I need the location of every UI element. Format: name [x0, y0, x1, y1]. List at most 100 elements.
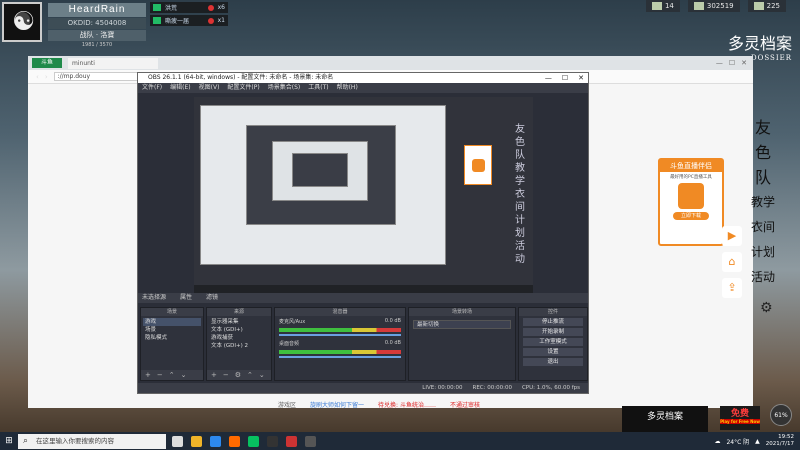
add-icon[interactable]: +: [145, 370, 151, 380]
obs-window-controls: — ☐ ✕: [545, 73, 584, 83]
source-item[interactable]: 文本 (GDI+): [209, 326, 269, 334]
gear-icon[interactable]: ⚙: [235, 370, 241, 380]
download-button[interactable]: 立即下载: [673, 212, 709, 220]
side-menu-item[interactable]: 友: [748, 115, 778, 140]
menu-file[interactable]: 文件(F): [142, 83, 162, 93]
share-icon[interactable]: ⇪: [722, 278, 742, 298]
exit-button[interactable]: 退出: [523, 358, 583, 366]
scene-item[interactable]: 游戏: [143, 318, 201, 326]
browser-logo[interactable]: 斗鱼: [32, 58, 62, 68]
obs-preview[interactable]: 友 色 队 教 学 衣 间 计 划 活 动: [194, 97, 533, 293]
file-explorer-icon[interactable]: [191, 435, 202, 447]
stop-streaming-button[interactable]: 停止推流: [523, 318, 583, 326]
move-up-icon[interactable]: ⌃: [247, 370, 253, 380]
browser-window-controls: — ☐ ✕: [716, 59, 753, 67]
douyu-ad-card[interactable]: 斗鱼直播伴侣 最好用的PC直播工具 立即下载: [658, 158, 724, 246]
task-view-icon[interactable]: [172, 435, 183, 447]
maximize-icon[interactable]: ☐: [729, 59, 735, 67]
minimize-icon[interactable]: —: [716, 59, 723, 67]
transitions-dock: 场景转场 最新切换: [408, 307, 516, 381]
source-item[interactable]: 显示器采集: [209, 318, 269, 326]
menu-view[interactable]: 视图(V): [199, 83, 220, 93]
resource-icon: [753, 2, 764, 10]
caption-label: 游戏区: [278, 402, 297, 409]
side-menu-item[interactable]: 队: [748, 165, 778, 190]
close-icon[interactable]: ✕: [578, 73, 584, 83]
gift-row: 嘶疲一届 x1: [150, 15, 228, 26]
side-menu-item[interactable]: 衣间: [748, 215, 778, 240]
source-item[interactable]: 文本 (GDI+) 2: [209, 342, 269, 350]
studio-mode-button[interactable]: 工作室模式: [523, 338, 583, 346]
filters-button[interactable]: 滤镜: [206, 293, 218, 303]
side-menu-item[interactable]: 教学: [748, 190, 778, 215]
resource-icon: [693, 2, 704, 10]
player-avatar: [2, 2, 42, 42]
network-icon[interactable]: ▲: [755, 438, 760, 445]
menu-edit[interactable]: 编辑(E): [170, 83, 190, 93]
caption-warning: 不通过审核: [449, 402, 480, 409]
preview-char: 衣: [515, 189, 525, 200]
preview-char: 学: [515, 176, 525, 187]
browser-tab[interactable]: minunti: [68, 57, 158, 69]
audio-meter: [279, 328, 401, 332]
resource-item: 14: [645, 0, 680, 12]
remove-icon[interactable]: −: [223, 370, 229, 380]
close-icon[interactable]: ✕: [741, 59, 747, 67]
player-name: HeardRain: [48, 3, 146, 17]
play-icon[interactable]: ▶: [722, 226, 742, 246]
move-down-icon[interactable]: ⌄: [181, 370, 187, 380]
caption-link[interactable]: 旋刷大师如何下留一: [310, 400, 364, 409]
menu-help[interactable]: 帮助(H): [337, 83, 358, 93]
weather-icon[interactable]: ☁: [714, 438, 720, 445]
flag-icon: [153, 17, 161, 24]
side-menu-item[interactable]: 计划: [748, 240, 778, 265]
move-down-icon[interactable]: ⌄: [259, 370, 265, 380]
minimize-icon[interactable]: —: [545, 73, 552, 83]
scene-item[interactable]: 场景: [143, 326, 201, 334]
preview-char: 计: [515, 215, 525, 226]
preview-char: 活: [515, 241, 525, 252]
move-up-icon[interactable]: ⌃: [169, 370, 175, 380]
obs-icon[interactable]: [267, 435, 278, 447]
preview-ad: [464, 145, 492, 185]
taskbar-search-input[interactable]: 在这里输入你要搜索的内容: [18, 433, 166, 449]
source-item[interactable]: 游戏捕获: [209, 334, 269, 342]
add-icon[interactable]: +: [211, 370, 217, 380]
gift-sender: 嘶疲一届: [165, 18, 190, 25]
wechat-icon[interactable]: [248, 435, 259, 447]
app-icon: [678, 183, 704, 209]
windows-start-icon[interactable]: ⊞: [0, 436, 18, 446]
clock[interactable]: 19:52 2021/7/17: [766, 434, 794, 448]
brand-name: 多灵档案: [727, 34, 792, 53]
steam-icon[interactable]: [305, 435, 316, 447]
side-menu-item[interactable]: 色: [748, 140, 778, 165]
remove-icon[interactable]: −: [157, 370, 163, 380]
channel-name: 麦克风/Aux: [279, 319, 306, 325]
back-icon[interactable]: ‹: [36, 73, 39, 81]
settings-button[interactable]: 设置: [523, 348, 583, 356]
menu-scene-collection[interactable]: 场景集合(S): [268, 83, 301, 93]
scene-item[interactable]: 隐私模式: [143, 334, 201, 342]
mixer-dock: 混音器 麦克风/Aux 0.0 dB 桌面音频 0.0 dB: [274, 307, 406, 381]
controls-title: 控件: [519, 308, 587, 316]
start-recording-button[interactable]: 开始录制: [523, 328, 583, 336]
properties-button[interactable]: 属性: [180, 293, 192, 303]
maximize-icon[interactable]: ☐: [562, 73, 568, 83]
menu-profile[interactable]: 配置文件(P): [227, 83, 259, 93]
volume-slider[interactable]: [279, 334, 401, 336]
volume-slider[interactable]: [279, 356, 401, 358]
menu-tools[interactable]: 工具(T): [308, 83, 328, 93]
douyu-icon[interactable]: [229, 435, 240, 447]
home-icon[interactable]: ⌂: [722, 252, 742, 272]
resource-value: 302519: [706, 2, 734, 10]
browser-icon[interactable]: [210, 435, 221, 447]
promo-badge[interactable]: 免费 Play for Free Now: [720, 406, 760, 430]
sources-list: 显示器采集 文本 (GDI+) 游戏捕获 文本 (GDI+) 2: [207, 316, 271, 352]
forward-icon[interactable]: ›: [45, 73, 48, 81]
transition-select[interactable]: 最新切换: [413, 320, 511, 329]
app-icon[interactable]: [286, 435, 297, 447]
gear-icon[interactable]: ⚙: [760, 300, 773, 316]
channel-db: 0.0 dB: [384, 340, 401, 346]
side-menu-item[interactable]: 活动: [748, 265, 778, 290]
browser-tab-strip: 斗鱼 minunti — ☐ ✕: [28, 56, 753, 70]
